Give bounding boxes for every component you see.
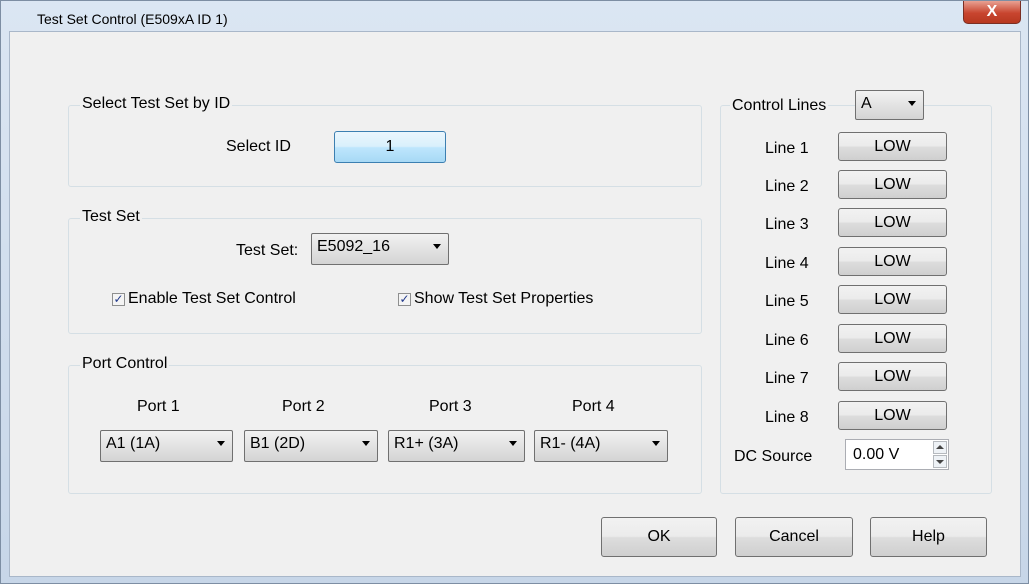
line-4-toggle[interactable]: LOW [838,247,947,276]
chevron-down-icon [652,441,660,446]
line-2-label: Line 2 [765,178,809,195]
help-button[interactable]: Help [870,517,987,557]
show-test-set-properties-label[interactable]: Show Test Set Properties [414,290,593,308]
chevron-down-icon [433,244,441,249]
control-lines-dropdown[interactable]: A [855,90,924,120]
dc-source-value: 0.00 V [853,446,900,463]
port-4-value: R1- (4A) [540,435,601,452]
port-1-label: Port 1 [137,398,180,415]
arrow-down-icon [936,460,944,464]
test-set-label: Test Set: [236,242,299,259]
port-3-value: R1+ (3A) [394,435,459,452]
line-8-label: Line 8 [765,409,809,426]
line-5-toggle[interactable]: LOW [838,285,947,314]
line-2-toggle[interactable]: LOW [838,170,947,199]
line-6-toggle[interactable]: LOW [838,324,947,353]
control-lines-value: A [861,95,872,112]
test-set-value: E5092_16 [317,238,390,255]
port-1-value: A1 (1A) [106,435,161,452]
cancel-button[interactable]: Cancel [735,517,853,557]
line-8-toggle[interactable]: LOW [838,401,947,430]
port-4-dropdown[interactable]: R1- (4A) [534,430,668,462]
test-set-dropdown[interactable]: E5092_16 [311,233,449,265]
dialog-client-area: Select Test Set by ID Select ID 1 Test S… [9,31,1021,577]
dc-source-label: DC Source [734,448,813,465]
close-button[interactable]: X [963,1,1021,24]
show-test-set-properties-checkbox[interactable]: ✓ [398,293,411,306]
select-test-set-group-label: Select Test Set by ID [80,95,233,113]
line-7-toggle[interactable]: LOW [838,362,947,391]
line-4-label: Line 4 [765,255,809,272]
control-lines-group-label: Control Lines [730,97,829,115]
port-2-dropdown[interactable]: B1 (2D) [244,430,378,462]
ok-button[interactable]: OK [601,517,717,557]
close-icon: X [986,3,998,20]
title-bar[interactable]: Test Set Control (E509xA ID 1) X [1,1,1028,31]
spin-up-button[interactable] [933,441,947,454]
chevron-down-icon [217,441,225,446]
select-id-label: Select ID [226,138,291,155]
dialog-window: Test Set Control (E509xA ID 1) X Select … [0,0,1029,584]
port-1-dropdown[interactable]: A1 (1A) [100,430,233,462]
port-2-value: B1 (2D) [250,435,306,452]
chevron-down-icon [509,441,517,446]
dc-source-spinbox[interactable]: 0.00 V [845,439,949,470]
test-set-group-label: Test Set [80,208,142,226]
port-4-label: Port 4 [572,398,615,415]
window-title: Test Set Control (E509xA ID 1) [37,11,228,27]
line-1-label: Line 1 [765,140,809,157]
line-1-toggle[interactable]: LOW [838,132,947,161]
chevron-down-icon [362,441,370,446]
enable-test-set-control-checkbox[interactable]: ✓ [112,293,125,306]
line-7-label: Line 7 [765,370,809,387]
line-3-label: Line 3 [765,216,809,233]
port-3-label: Port 3 [429,398,472,415]
port-2-label: Port 2 [282,398,325,415]
line-6-label: Line 6 [765,332,809,349]
port-3-dropdown[interactable]: R1+ (3A) [388,430,525,462]
enable-test-set-control-label[interactable]: Enable Test Set Control [128,290,296,308]
chevron-down-icon [908,101,916,106]
arrow-up-icon [936,445,944,449]
port-control-group-label: Port Control [80,355,170,373]
line-5-label: Line 5 [765,293,809,310]
line-3-toggle[interactable]: LOW [838,208,947,237]
spin-down-button[interactable] [933,455,947,468]
select-id-button[interactable]: 1 [334,131,446,163]
